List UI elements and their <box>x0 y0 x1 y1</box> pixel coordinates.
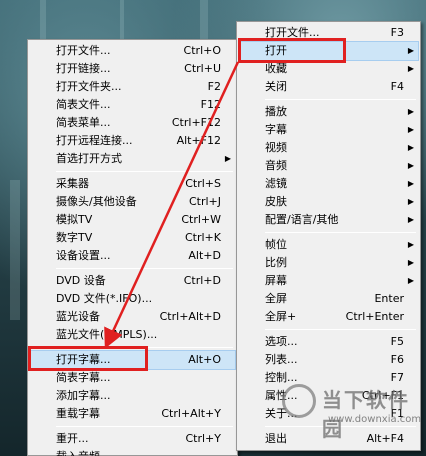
watermark-logo-icon <box>282 384 316 418</box>
watermark-url: www.downxia.com <box>328 414 422 425</box>
watermark: 当下软件园 www.downxia.com <box>282 382 422 441</box>
watermark-text: 当下软件园 <box>322 388 410 441</box>
